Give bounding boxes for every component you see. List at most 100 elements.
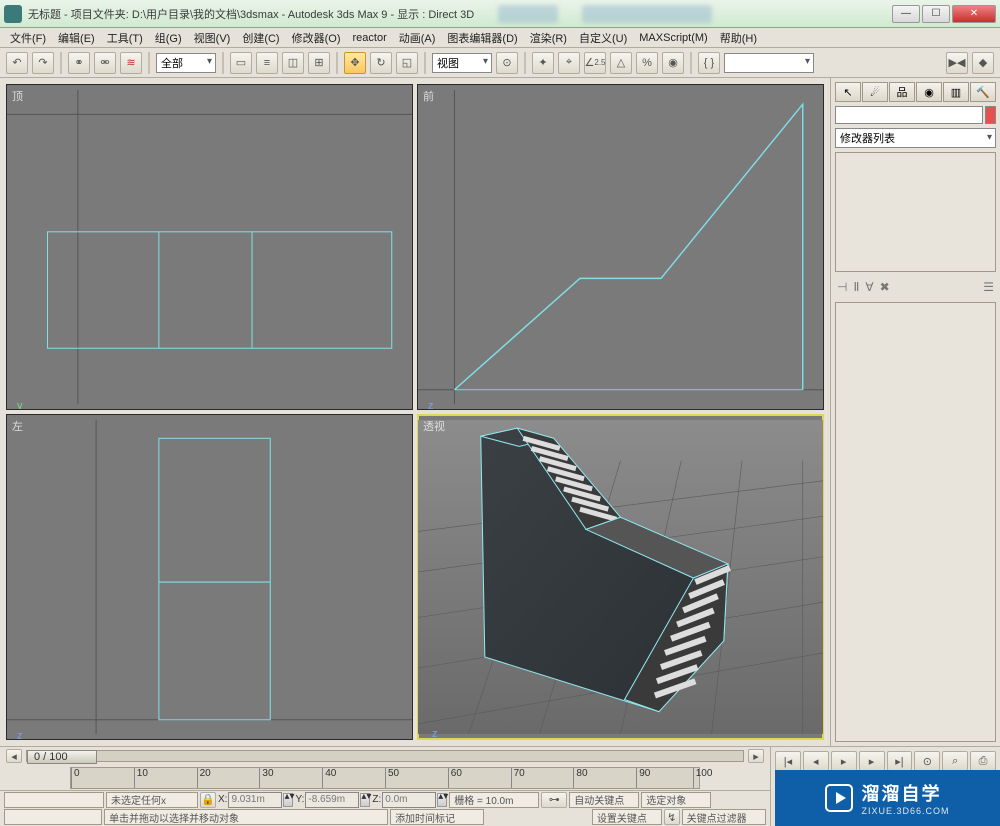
y-spinner[interactable]: ▴▾ [360,793,370,807]
select-region-button[interactable]: ◫ [282,52,304,74]
viewport-area: 顶 yxz 前 zxy [0,78,830,746]
pin-stack-icon[interactable]: ⊣ [837,280,847,294]
goto-start-button[interactable]: |◂ [775,751,801,771]
rotate-button[interactable]: ↻ [370,52,392,74]
grid-display: 栅格 = 10.0m [449,792,539,808]
set-key-button[interactable]: 设置关键点 [592,809,662,825]
command-panel: ↖ ☄ 品 ◉ ▥ 🔨 修改器列表 ⊣ Ⅱ ∀ ✖ ☰ [830,78,1000,746]
modifier-list-dropdown[interactable]: 修改器列表 [835,128,996,148]
unlink-button[interactable]: ⚮ [94,52,116,74]
maximize-button[interactable]: ☐ [922,5,950,23]
menu-maxscript[interactable]: MAXScript(M) [633,32,713,44]
time-slider-prev[interactable]: ◂ [6,749,22,763]
script-listener[interactable] [4,792,104,808]
mirror-button[interactable]: ▶◀ [946,52,968,74]
viewport-front[interactable]: 前 zxy [417,84,824,410]
snap-toggle[interactable]: ⌖ [558,52,580,74]
auto-key-toggle[interactable]: 自动关键点 [569,792,639,808]
menu-reactor[interactable]: reactor [347,32,393,44]
tab-modify[interactable]: ☄ [862,82,888,102]
z-spinner[interactable]: ▴▾ [437,793,447,807]
angle-snap-toggle[interactable]: ∠2.5 [584,52,606,74]
modifier-rollout-area [835,302,996,742]
redo-button[interactable]: ↷ [32,52,54,74]
manipulate-button[interactable]: ✦ [532,52,554,74]
menu-group[interactable]: 组(G) [149,30,188,46]
bind-spacewarp-button[interactable]: ≋ [120,52,142,74]
window-crossing-button[interactable]: ⊞ [308,52,330,74]
next-frame-button[interactable]: ▸ [859,751,885,771]
menu-rendering[interactable]: 渲染(R) [524,30,573,46]
align-button[interactable]: ◆ [972,52,994,74]
tab-create[interactable]: ↖ [835,82,861,102]
close-button[interactable]: ✕ [952,5,996,23]
svg-text:z: z [17,731,23,740]
tab-motion[interactable]: ◉ [916,82,942,102]
link-button[interactable]: ⚭ [68,52,90,74]
viewport-top[interactable]: 顶 yxz [6,84,413,410]
spinner-snap-toggle[interactable]: % [636,52,658,74]
time-slider[interactable]: 0 / 100 [26,750,744,762]
key-mode-button[interactable]: ⌕ [942,751,968,771]
ref-coord-system[interactable]: 视图 [432,53,492,73]
menu-customize[interactable]: 自定义(U) [573,30,633,46]
key-mode-icon[interactable]: ⊶ [541,792,567,808]
prev-frame-button[interactable]: ◂ [803,751,829,771]
x-input[interactable] [228,792,282,808]
selection-sets-list[interactable] [724,53,814,73]
tab-display[interactable]: ▥ [943,82,969,102]
viewport-perspective[interactable]: 透视 [417,414,824,740]
move-button[interactable]: ✥ [344,52,366,74]
selection-filter[interactable]: 全部 [156,53,216,73]
remove-modifier-icon[interactable]: ✖ [880,280,890,294]
menu-animation[interactable]: 动画(A) [393,30,442,46]
goto-end-button[interactable]: ▸| [887,751,913,771]
object-name-input[interactable] [835,106,983,124]
minimize-button[interactable]: — [892,5,920,23]
menu-create[interactable]: 创建(C) [236,30,285,46]
svg-text:y: y [17,401,23,410]
menu-file[interactable]: 文件(F) [4,30,52,46]
y-input[interactable] [305,792,359,808]
viewport-label: 顶 [12,88,23,104]
titlebar: 无标题 - 项目文件夹: D:\用户目录\我的文档\3dsmax - Autod… [0,0,1000,28]
configure-sets-icon[interactable]: ☰ [983,280,994,294]
add-time-tag[interactable]: 添加时间标记 [390,809,484,825]
modifier-stack[interactable] [835,152,996,272]
track-bar[interactable]: 0 10 20 30 40 50 60 70 80 90 100 [70,767,700,789]
time-slider-thumb[interactable]: 0 / 100 [27,750,97,764]
time-config-button[interactable]: ⊙ [914,751,940,771]
menu-modifiers[interactable]: 修改器(O) [286,30,347,46]
select-by-name-button[interactable]: ≡ [256,52,278,74]
select-button[interactable]: ▭ [230,52,252,74]
selected-label[interactable]: 选定对象 [641,792,711,808]
selection-lock-toggle[interactable]: 🔒 [200,792,216,808]
selection-sets-button[interactable]: { } [698,52,720,74]
menu-grapheditors[interactable]: 图表编辑器(D) [441,30,523,46]
watermark-url: ZIXUE.3D66.COM [861,806,949,816]
make-unique-icon[interactable]: ∀ [865,280,873,294]
tab-hierarchy[interactable]: 品 [889,82,915,102]
script-mini[interactable] [4,809,102,825]
menu-edit[interactable]: 编辑(E) [52,30,101,46]
viewport-left[interactable]: 左 zyx [6,414,413,740]
x-spinner[interactable]: ▴▾ [283,793,293,807]
menu-help[interactable]: 帮助(H) [714,30,763,46]
percent-snap-toggle[interactable]: △ [610,52,632,74]
z-input[interactable] [382,792,436,808]
menu-views[interactable]: 视图(V) [188,30,237,46]
transform-y: Y:▴▾ [295,792,370,808]
object-color-swatch[interactable] [985,106,996,124]
named-sel-sets[interactable]: ◉ [662,52,684,74]
key-filters-button[interactable]: 关键点过滤器 [682,809,766,825]
time-slider-next[interactable]: ▸ [748,749,764,763]
menu-tools[interactable]: 工具(T) [101,30,149,46]
show-end-result-icon[interactable]: Ⅱ [853,280,859,294]
undo-button[interactable]: ↶ [6,52,28,74]
scale-button[interactable]: ◱ [396,52,418,74]
tab-utilities[interactable]: 🔨 [970,82,996,102]
time-tag-button[interactable]: ⎙ [970,751,996,771]
play-button[interactable]: ▸ [831,751,857,771]
key-filters-icon[interactable]: ↯ [664,809,680,825]
pivot-button[interactable]: ⊙ [496,52,518,74]
